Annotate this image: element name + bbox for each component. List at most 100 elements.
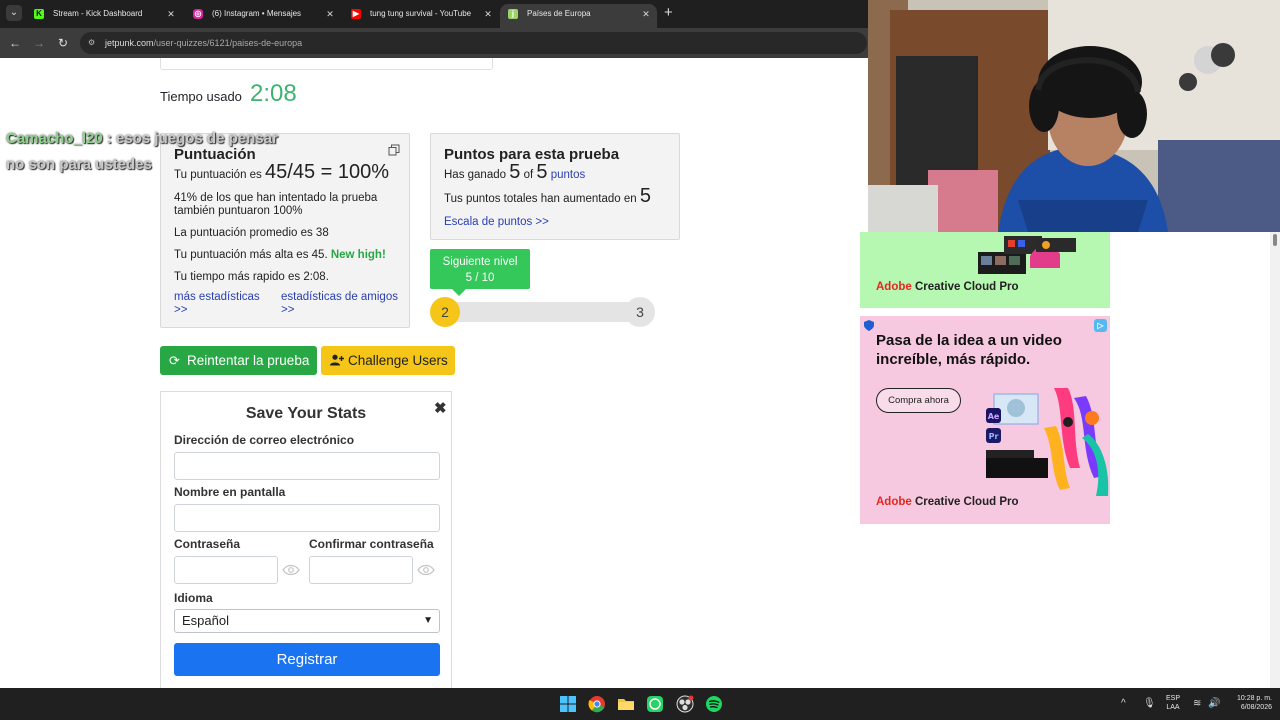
screen-name-field[interactable] xyxy=(174,504,440,532)
friend-stats-link[interactable]: estadísticas de amigos >> xyxy=(281,291,398,317)
ad-app-collage-image xyxy=(974,234,1078,276)
windows-start-icon[interactable] xyxy=(559,695,577,713)
ad-brand-logo: Adobe Creative Cloud Pro xyxy=(876,281,1019,293)
svg-text:Ae: Ae xyxy=(988,412,1000,421)
highest-score: Tu puntuación más alta es 45. xyxy=(174,249,328,261)
microphone-icon[interactable]: 🎙 xyxy=(1143,698,1156,709)
next-level-progress: 5 / 10 xyxy=(465,272,495,284)
language-select[interactable]: Español ▼ xyxy=(174,609,440,633)
show-password-eye-icon[interactable] xyxy=(282,564,300,576)
ad-shield-icon xyxy=(864,320,874,331)
page-scrollbar[interactable] xyxy=(1270,226,1280,688)
challenge-label: Challenge Users xyxy=(348,353,448,368)
percent-line-2: también puntuaron 100% xyxy=(174,205,303,217)
chat-username: Camacho_l20 xyxy=(6,130,103,147)
ad-creative-artwork-image: Ae Pr xyxy=(986,388,1109,496)
ad-headline: Pasa de la idea a un video increíble, má… xyxy=(876,332,1062,368)
clock[interactable]: 10:28 p. m. 6/08/2026 xyxy=(1224,694,1272,712)
email-label: Dirección de correo electrónico xyxy=(174,433,355,447)
confirm-password-label: Confirmar contraseña xyxy=(309,537,434,551)
confirm-password-field[interactable] xyxy=(309,556,413,584)
earned-prefix: Has ganado xyxy=(444,169,507,181)
spotify-icon[interactable] xyxy=(705,695,723,713)
close-tab-icon[interactable]: ✕ xyxy=(166,8,176,20)
file-explorer-icon[interactable] xyxy=(617,695,635,713)
close-icon[interactable]: ✖ xyxy=(434,399,447,417)
clock-date: 6/08/2026 xyxy=(1240,704,1272,711)
new-tab-button[interactable]: + xyxy=(664,5,673,21)
volume-icon[interactable]: 🔊 xyxy=(1208,698,1220,709)
time-used-value: 2:08 xyxy=(250,80,297,107)
back-arrow-icon[interactable]: ← xyxy=(5,33,25,53)
password-field[interactable] xyxy=(174,556,278,584)
language-label: Idioma xyxy=(174,591,213,605)
challenge-users-button[interactable]: Challenge Users xyxy=(321,346,455,375)
streamer-webcam-overlay xyxy=(868,0,1280,232)
tab-title: tung tung survival - YouTube xyxy=(370,9,472,18)
average-score: La puntuación promedio es 38 xyxy=(174,227,329,239)
more-stats-link[interactable]: más estadísticas >> xyxy=(174,291,260,317)
points-earned: 5 xyxy=(509,161,521,183)
retry-quiz-button[interactable]: ⟳ Reintentar la prueba xyxy=(160,346,317,375)
points-card: Puntos para esta prueba Has ganado 5 of … xyxy=(430,133,680,240)
keyboard-layout-code: LAA xyxy=(1166,704,1180,711)
creative-cloud-wordmark: Creative Cloud Pro xyxy=(911,496,1019,508)
email-field[interactable] xyxy=(174,452,440,480)
more-stats-arrow: >> xyxy=(174,304,188,316)
register-button[interactable]: Registrar xyxy=(174,643,440,676)
next-level-label: Siguiente nivel xyxy=(442,256,518,268)
adobe-wordmark: Adobe xyxy=(876,281,912,293)
percent-line-1: 41% de los que han intentado la prueba xyxy=(174,192,378,204)
friend-stats-text: estadísticas de amigos xyxy=(281,291,398,303)
input-language-indicator[interactable]: ESP LAA xyxy=(1163,694,1183,712)
url-path: /user-quizzes/6121/paises-de-europa xyxy=(153,38,303,48)
refresh-icon: ⟳ xyxy=(169,353,180,368)
tab-kick-dashboard[interactable]: K Stream - Kick Dashboard xyxy=(26,4,178,28)
copy-icon[interactable] xyxy=(388,144,400,156)
points-scale-link[interactable]: Escala de puntos >> xyxy=(444,216,549,229)
ad-brand-logo: Adobe Creative Cloud Pro xyxy=(876,496,1019,508)
language-code: ESP xyxy=(1165,695,1180,702)
chrome-icon[interactable] xyxy=(588,695,606,713)
reload-icon[interactable]: ↻ xyxy=(53,33,73,53)
new-high-badge: New high! xyxy=(330,249,386,261)
close-tab-icon[interactable]: ✕ xyxy=(325,8,335,20)
wifi-icon[interactable]: ≋ xyxy=(1193,698,1201,709)
tab-paises-de-europa[interactable]: j Países de Europa xyxy=(500,4,657,28)
adobe-ad-banner-2[interactable]: ▷ Pasa de la idea a un video increíble, … xyxy=(860,316,1110,524)
save-stats-panel: Save Your Stats ✖ Dirección de correo el… xyxy=(160,391,452,688)
show-confirm-password-eye-icon[interactable] xyxy=(417,564,435,576)
adobe-ad-banner-1[interactable]: Adobe Creative Cloud Pro xyxy=(860,232,1110,308)
close-tab-icon[interactable]: ✕ xyxy=(483,8,493,20)
obs-studio-icon[interactable] xyxy=(676,695,694,713)
whatsapp-icon[interactable] xyxy=(646,695,664,713)
next-level-badge: 3 xyxy=(625,297,655,327)
webcam-image xyxy=(868,0,1280,232)
tab-title: (6) Instagram • Mensajes xyxy=(212,9,302,18)
highest-score-line: Tu puntuación más alta es 45. New high! xyxy=(174,248,386,262)
points-title: Puntos para esta prueba xyxy=(444,146,620,163)
fastest-time: Tu tiempo más rapido es 2:08. xyxy=(174,271,329,283)
points-of: of xyxy=(523,169,534,181)
close-tab-icon[interactable]: ✕ xyxy=(641,8,651,20)
points-increase-line: Tus puntos totales han aumentado en 5 xyxy=(444,186,651,206)
url-domain: jetpunk.com xyxy=(105,38,154,48)
address-bar[interactable]: ⚙ jetpunk.com/user-quizzes/6121/paises-d… xyxy=(80,32,867,54)
youtube-icon: ▶ xyxy=(351,9,361,19)
chat-message-1: : esos juegos de pensar xyxy=(102,130,278,147)
points-earned-line: Has ganado 5 of 5 puntos xyxy=(444,162,585,182)
site-info-icon[interactable]: ⚙ xyxy=(88,38,98,48)
instagram-icon: ◎ xyxy=(193,9,203,19)
forward-arrow-icon[interactable]: → xyxy=(29,33,49,53)
language-value: Español xyxy=(182,613,229,628)
tab-youtube[interactable]: ▶ tung tung survival - YouTube xyxy=(343,4,495,28)
tab-instagram[interactable]: ◎ (6) Instagram • Mensajes xyxy=(185,4,337,28)
scrollbar-thumb[interactable] xyxy=(1273,234,1277,246)
svg-text:Pr: Pr xyxy=(989,432,999,441)
stream-chat-overlay: Camacho_l20 : esos juegos de pensar no s… xyxy=(6,126,278,178)
show-hidden-icons-chevron-icon[interactable]: ^ xyxy=(1121,698,1126,709)
more-stats-text: más estadísticas xyxy=(174,291,260,303)
tab-search-button[interactable]: ⌄ xyxy=(6,5,22,21)
ad-buy-now-button[interactable]: Compra ahora xyxy=(876,388,961,413)
chevron-down-icon: ▼ xyxy=(423,615,433,626)
